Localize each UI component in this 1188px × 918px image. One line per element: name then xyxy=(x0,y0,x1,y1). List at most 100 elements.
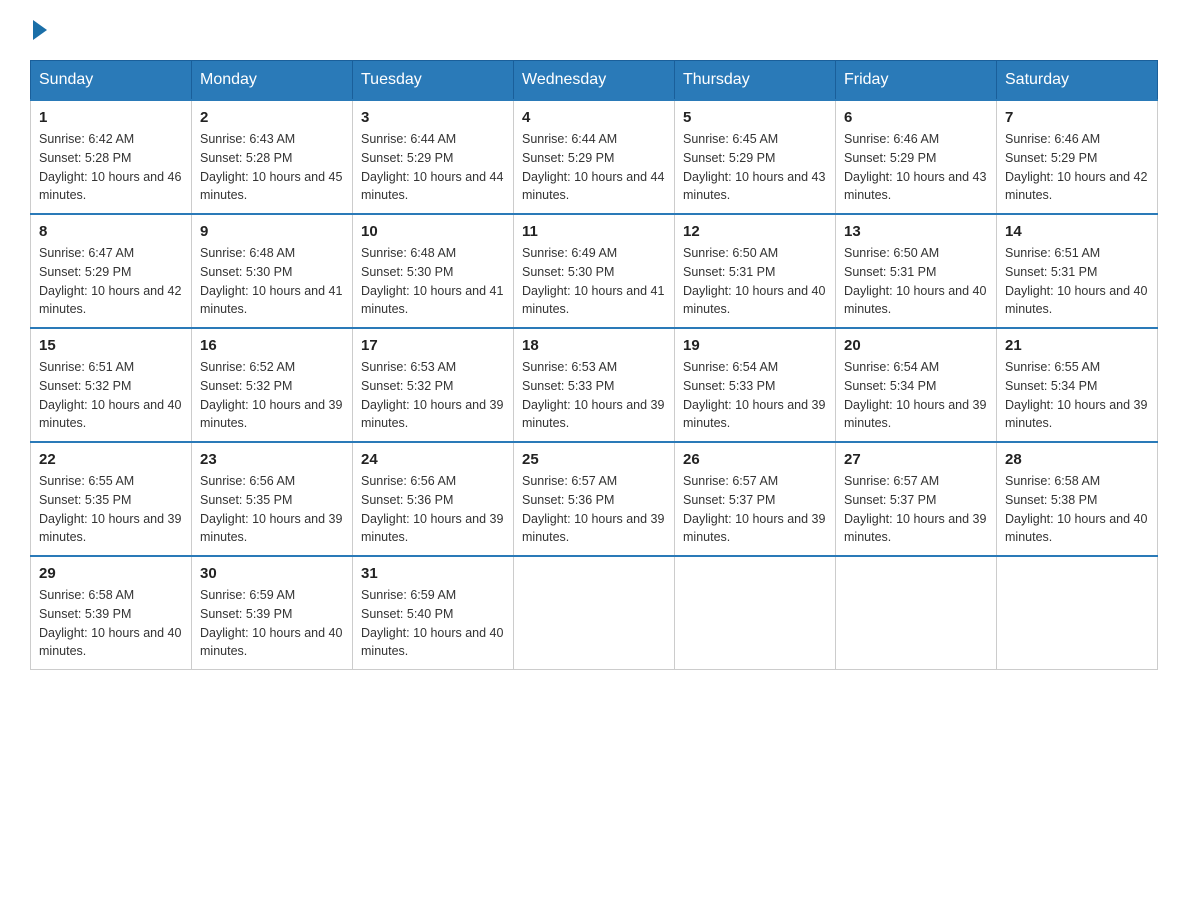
day-number: 12 xyxy=(683,223,827,240)
calendar-cell: 3 Sunrise: 6:44 AM Sunset: 5:29 PM Dayli… xyxy=(353,100,514,214)
logo xyxy=(30,20,49,40)
day-info: Sunrise: 6:47 AM Sunset: 5:29 PM Dayligh… xyxy=(39,244,183,319)
calendar-cell xyxy=(675,556,836,670)
day-number: 30 xyxy=(200,565,344,582)
day-number: 20 xyxy=(844,337,988,354)
day-number: 9 xyxy=(200,223,344,240)
day-number: 29 xyxy=(39,565,183,582)
day-number: 5 xyxy=(683,109,827,126)
day-number: 4 xyxy=(522,109,666,126)
calendar-cell: 15 Sunrise: 6:51 AM Sunset: 5:32 PM Dayl… xyxy=(31,328,192,442)
day-info: Sunrise: 6:50 AM Sunset: 5:31 PM Dayligh… xyxy=(683,244,827,319)
day-number: 7 xyxy=(1005,109,1149,126)
calendar-cell: 31 Sunrise: 6:59 AM Sunset: 5:40 PM Dayl… xyxy=(353,556,514,670)
calendar-cell: 22 Sunrise: 6:55 AM Sunset: 5:35 PM Dayl… xyxy=(31,442,192,556)
day-number: 11 xyxy=(522,223,666,240)
day-of-week-header: Saturday xyxy=(997,61,1158,101)
calendar-week-row: 15 Sunrise: 6:51 AM Sunset: 5:32 PM Dayl… xyxy=(31,328,1158,442)
day-info: Sunrise: 6:46 AM Sunset: 5:29 PM Dayligh… xyxy=(1005,130,1149,205)
day-info: Sunrise: 6:55 AM Sunset: 5:34 PM Dayligh… xyxy=(1005,358,1149,433)
day-of-week-header: Monday xyxy=(192,61,353,101)
day-number: 10 xyxy=(361,223,505,240)
calendar-cell: 14 Sunrise: 6:51 AM Sunset: 5:31 PM Dayl… xyxy=(997,214,1158,328)
day-info: Sunrise: 6:54 AM Sunset: 5:34 PM Dayligh… xyxy=(844,358,988,433)
calendar-table: SundayMondayTuesdayWednesdayThursdayFrid… xyxy=(30,60,1158,670)
calendar-week-row: 22 Sunrise: 6:55 AM Sunset: 5:35 PM Dayl… xyxy=(31,442,1158,556)
day-info: Sunrise: 6:48 AM Sunset: 5:30 PM Dayligh… xyxy=(200,244,344,319)
day-info: Sunrise: 6:54 AM Sunset: 5:33 PM Dayligh… xyxy=(683,358,827,433)
page-header xyxy=(30,20,1158,40)
day-info: Sunrise: 6:50 AM Sunset: 5:31 PM Dayligh… xyxy=(844,244,988,319)
day-info: Sunrise: 6:58 AM Sunset: 5:39 PM Dayligh… xyxy=(39,586,183,661)
day-info: Sunrise: 6:42 AM Sunset: 5:28 PM Dayligh… xyxy=(39,130,183,205)
calendar-cell: 5 Sunrise: 6:45 AM Sunset: 5:29 PM Dayli… xyxy=(675,100,836,214)
day-info: Sunrise: 6:44 AM Sunset: 5:29 PM Dayligh… xyxy=(361,130,505,205)
calendar-cell: 20 Sunrise: 6:54 AM Sunset: 5:34 PM Dayl… xyxy=(836,328,997,442)
day-info: Sunrise: 6:52 AM Sunset: 5:32 PM Dayligh… xyxy=(200,358,344,433)
day-number: 27 xyxy=(844,451,988,468)
calendar-week-row: 29 Sunrise: 6:58 AM Sunset: 5:39 PM Dayl… xyxy=(31,556,1158,670)
calendar-cell: 16 Sunrise: 6:52 AM Sunset: 5:32 PM Dayl… xyxy=(192,328,353,442)
calendar-header-row: SundayMondayTuesdayWednesdayThursdayFrid… xyxy=(31,61,1158,101)
calendar-cell: 6 Sunrise: 6:46 AM Sunset: 5:29 PM Dayli… xyxy=(836,100,997,214)
day-number: 15 xyxy=(39,337,183,354)
day-info: Sunrise: 6:51 AM Sunset: 5:31 PM Dayligh… xyxy=(1005,244,1149,319)
day-number: 6 xyxy=(844,109,988,126)
calendar-cell: 18 Sunrise: 6:53 AM Sunset: 5:33 PM Dayl… xyxy=(514,328,675,442)
calendar-cell: 1 Sunrise: 6:42 AM Sunset: 5:28 PM Dayli… xyxy=(31,100,192,214)
day-info: Sunrise: 6:43 AM Sunset: 5:28 PM Dayligh… xyxy=(200,130,344,205)
day-number: 3 xyxy=(361,109,505,126)
day-info: Sunrise: 6:57 AM Sunset: 5:37 PM Dayligh… xyxy=(683,472,827,547)
day-of-week-header: Tuesday xyxy=(353,61,514,101)
day-of-week-header: Sunday xyxy=(31,61,192,101)
calendar-cell: 11 Sunrise: 6:49 AM Sunset: 5:30 PM Dayl… xyxy=(514,214,675,328)
day-number: 8 xyxy=(39,223,183,240)
day-info: Sunrise: 6:57 AM Sunset: 5:37 PM Dayligh… xyxy=(844,472,988,547)
day-info: Sunrise: 6:58 AM Sunset: 5:38 PM Dayligh… xyxy=(1005,472,1149,547)
day-number: 17 xyxy=(361,337,505,354)
day-number: 22 xyxy=(39,451,183,468)
calendar-cell: 13 Sunrise: 6:50 AM Sunset: 5:31 PM Dayl… xyxy=(836,214,997,328)
day-number: 28 xyxy=(1005,451,1149,468)
day-info: Sunrise: 6:44 AM Sunset: 5:29 PM Dayligh… xyxy=(522,130,666,205)
day-of-week-header: Friday xyxy=(836,61,997,101)
day-number: 19 xyxy=(683,337,827,354)
calendar-cell: 28 Sunrise: 6:58 AM Sunset: 5:38 PM Dayl… xyxy=(997,442,1158,556)
calendar-cell: 27 Sunrise: 6:57 AM Sunset: 5:37 PM Dayl… xyxy=(836,442,997,556)
calendar-cell: 30 Sunrise: 6:59 AM Sunset: 5:39 PM Dayl… xyxy=(192,556,353,670)
day-info: Sunrise: 6:45 AM Sunset: 5:29 PM Dayligh… xyxy=(683,130,827,205)
day-number: 18 xyxy=(522,337,666,354)
day-info: Sunrise: 6:55 AM Sunset: 5:35 PM Dayligh… xyxy=(39,472,183,547)
calendar-cell: 12 Sunrise: 6:50 AM Sunset: 5:31 PM Dayl… xyxy=(675,214,836,328)
day-of-week-header: Wednesday xyxy=(514,61,675,101)
day-info: Sunrise: 6:51 AM Sunset: 5:32 PM Dayligh… xyxy=(39,358,183,433)
day-info: Sunrise: 6:59 AM Sunset: 5:39 PM Dayligh… xyxy=(200,586,344,661)
calendar-cell: 24 Sunrise: 6:56 AM Sunset: 5:36 PM Dayl… xyxy=(353,442,514,556)
day-number: 24 xyxy=(361,451,505,468)
calendar-cell: 25 Sunrise: 6:57 AM Sunset: 5:36 PM Dayl… xyxy=(514,442,675,556)
calendar-cell: 10 Sunrise: 6:48 AM Sunset: 5:30 PM Dayl… xyxy=(353,214,514,328)
calendar-cell xyxy=(514,556,675,670)
calendar-cell xyxy=(997,556,1158,670)
calendar-cell: 23 Sunrise: 6:56 AM Sunset: 5:35 PM Dayl… xyxy=(192,442,353,556)
calendar-cell: 2 Sunrise: 6:43 AM Sunset: 5:28 PM Dayli… xyxy=(192,100,353,214)
day-number: 25 xyxy=(522,451,666,468)
calendar-cell: 29 Sunrise: 6:58 AM Sunset: 5:39 PM Dayl… xyxy=(31,556,192,670)
calendar-week-row: 8 Sunrise: 6:47 AM Sunset: 5:29 PM Dayli… xyxy=(31,214,1158,328)
day-number: 13 xyxy=(844,223,988,240)
calendar-cell: 17 Sunrise: 6:53 AM Sunset: 5:32 PM Dayl… xyxy=(353,328,514,442)
day-number: 14 xyxy=(1005,223,1149,240)
calendar-cell: 4 Sunrise: 6:44 AM Sunset: 5:29 PM Dayli… xyxy=(514,100,675,214)
calendar-week-row: 1 Sunrise: 6:42 AM Sunset: 5:28 PM Dayli… xyxy=(31,100,1158,214)
day-number: 16 xyxy=(200,337,344,354)
day-info: Sunrise: 6:56 AM Sunset: 5:35 PM Dayligh… xyxy=(200,472,344,547)
calendar-cell xyxy=(836,556,997,670)
day-number: 1 xyxy=(39,109,183,126)
calendar-cell: 21 Sunrise: 6:55 AM Sunset: 5:34 PM Dayl… xyxy=(997,328,1158,442)
calendar-cell: 7 Sunrise: 6:46 AM Sunset: 5:29 PM Dayli… xyxy=(997,100,1158,214)
calendar-cell: 26 Sunrise: 6:57 AM Sunset: 5:37 PM Dayl… xyxy=(675,442,836,556)
logo-arrow-icon xyxy=(33,20,47,40)
day-info: Sunrise: 6:53 AM Sunset: 5:33 PM Dayligh… xyxy=(522,358,666,433)
day-number: 21 xyxy=(1005,337,1149,354)
calendar-cell: 9 Sunrise: 6:48 AM Sunset: 5:30 PM Dayli… xyxy=(192,214,353,328)
